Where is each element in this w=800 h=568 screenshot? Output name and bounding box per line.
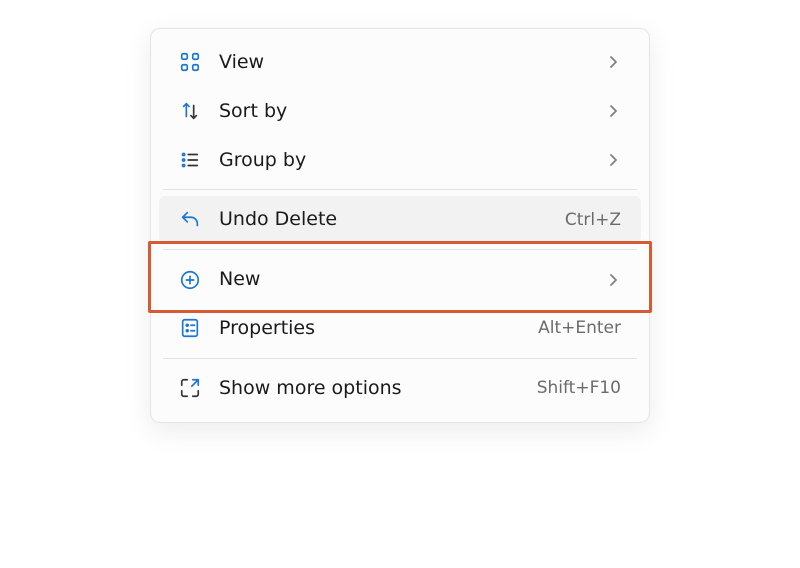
menu-item-label: Properties	[219, 317, 520, 340]
menu-item-undo-delete[interactable]: Undo Delete Ctrl+Z	[159, 196, 641, 243]
divider	[163, 189, 637, 190]
menu-item-label: View	[219, 51, 587, 74]
properties-icon	[179, 317, 201, 339]
view-icon	[179, 51, 201, 73]
menu-item-shortcut: Ctrl+Z	[565, 210, 621, 230]
menu-item-group[interactable]: Group by	[159, 137, 641, 184]
menu-item-properties[interactable]: Properties Alt+Enter	[159, 305, 641, 352]
menu-item-label: Sort by	[219, 100, 587, 123]
menu-item-sort[interactable]: Sort by	[159, 88, 641, 135]
chevron-right-icon	[605, 103, 621, 119]
chevron-right-icon	[605, 272, 621, 288]
divider	[163, 249, 637, 250]
more-options-icon	[179, 377, 201, 399]
menu-item-label: Group by	[219, 149, 587, 172]
menu-item-shortcut: Alt+Enter	[538, 318, 621, 338]
menu-item-show-more[interactable]: Show more options Shift+F10	[159, 365, 641, 412]
menu-item-view[interactable]: View	[159, 39, 641, 86]
divider	[163, 358, 637, 359]
new-icon	[179, 269, 201, 291]
undo-icon	[179, 209, 201, 231]
sort-icon	[179, 100, 201, 122]
menu-item-shortcut: Shift+F10	[537, 378, 621, 398]
menu-item-label: Undo Delete	[219, 208, 547, 231]
menu-item-new[interactable]: New	[159, 256, 641, 303]
group-icon	[179, 149, 201, 171]
context-menu[interactable]: View Sort by Group	[150, 28, 650, 423]
menu-item-label: Show more options	[219, 377, 519, 400]
menu-item-label: New	[219, 268, 587, 291]
chevron-right-icon	[605, 54, 621, 70]
chevron-right-icon	[605, 152, 621, 168]
